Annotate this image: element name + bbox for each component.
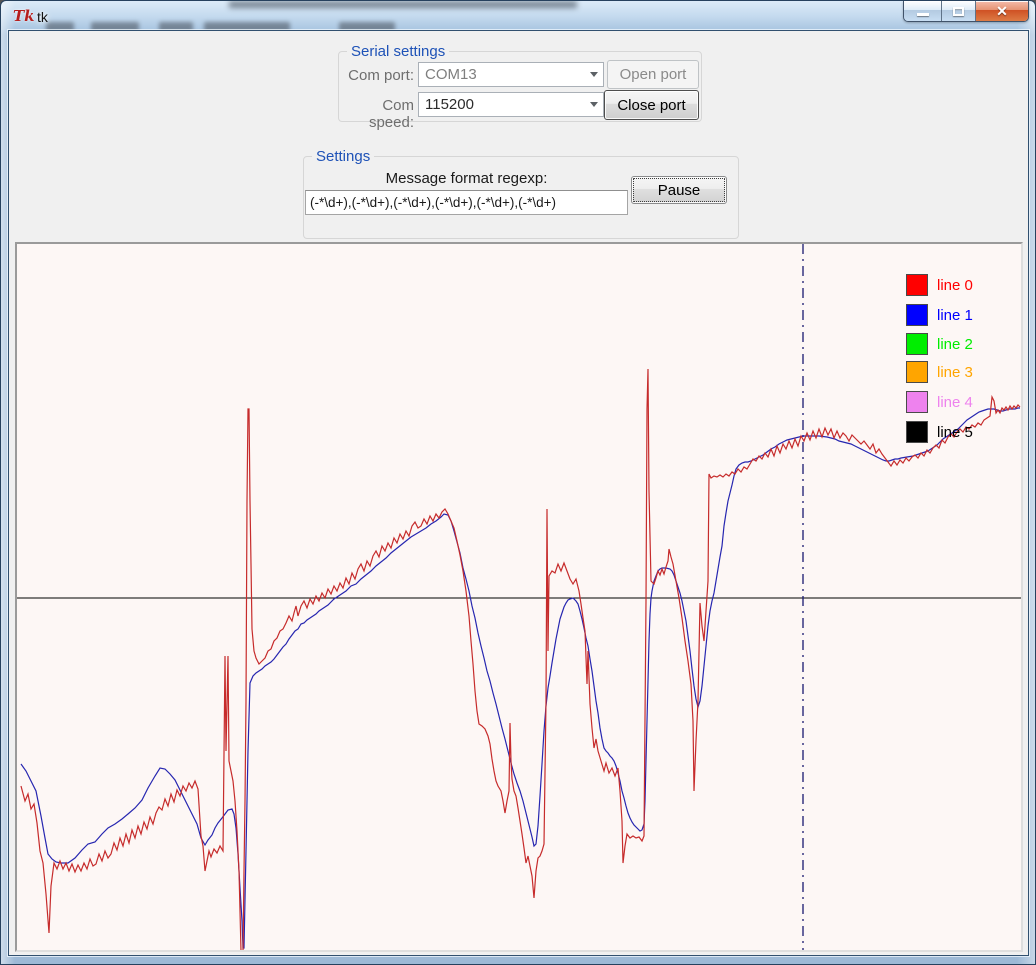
legend-label: line 4: [937, 394, 973, 411]
series-line-1: [21, 408, 1020, 948]
chevron-down-icon[interactable]: [584, 63, 603, 86]
com-speed-combobox[interactable]: 115200: [418, 92, 604, 117]
client-area: Serial settings Com port: COM13 Open por…: [8, 30, 1029, 956]
legend-item: line 1: [906, 304, 973, 326]
pause-button[interactable]: Pause: [631, 176, 727, 204]
window-title: tk: [37, 9, 48, 25]
close-port-button[interactable]: Close port: [604, 90, 699, 120]
legend-item: line 2: [906, 333, 973, 355]
settings-group-label: Settings: [312, 148, 374, 165]
series-line-0: [21, 369, 1020, 950]
tk-app-icon: Tk: [13, 8, 33, 25]
legend-swatch-icon: [906, 391, 928, 413]
regexp-input[interactable]: [305, 190, 628, 215]
regexp-label: Message format regexp:: [305, 170, 628, 187]
com-speed-value: 115200: [425, 96, 474, 113]
maximize-icon: [953, 7, 964, 16]
legend-item: line 4: [906, 391, 973, 413]
minimize-icon: [917, 13, 929, 16]
com-port-value: COM13: [425, 66, 477, 83]
legend-label: line 3: [937, 364, 973, 381]
legend-label: line 0: [937, 277, 973, 294]
legend-swatch-icon: [906, 333, 928, 355]
legend-swatch-icon: [906, 304, 928, 326]
legend-swatch-icon: [906, 421, 928, 443]
legend-item: line 3: [906, 361, 973, 383]
legend-item: line 5: [906, 421, 973, 443]
close-icon: ✕: [996, 4, 1008, 18]
minimize-button[interactable]: [904, 1, 942, 21]
plot-svg: [17, 244, 1021, 950]
chevron-down-icon[interactable]: [584, 93, 603, 116]
maximize-button[interactable]: [942, 1, 976, 21]
serial-settings-group-label: Serial settings: [347, 43, 449, 60]
com-port-combobox[interactable]: COM13: [418, 62, 604, 87]
close-button[interactable]: ✕: [976, 1, 1028, 21]
legend-swatch-icon: [906, 274, 928, 296]
titlebar[interactable]: Tk tk ✕: [1, 1, 1035, 31]
open-port-button[interactable]: Open port: [607, 60, 699, 89]
com-speed-label: Com speed:: [336, 97, 414, 131]
com-port-label: Com port:: [336, 67, 414, 84]
plot-canvas[interactable]: line 0 line 1 line 2 line 3 line 4 line 5: [15, 242, 1023, 952]
window-controls: ✕: [903, 1, 1029, 22]
app-window: Tk tk ✕ Serial settings Com port: COM13 …: [0, 0, 1036, 965]
legend-label: line 5: [937, 424, 973, 441]
legend-label: line 1: [937, 307, 973, 324]
legend-swatch-icon: [906, 361, 928, 383]
background-window-ghost: [229, 1, 577, 8]
legend-label: line 2: [937, 336, 973, 353]
legend-item: line 0: [906, 274, 973, 296]
